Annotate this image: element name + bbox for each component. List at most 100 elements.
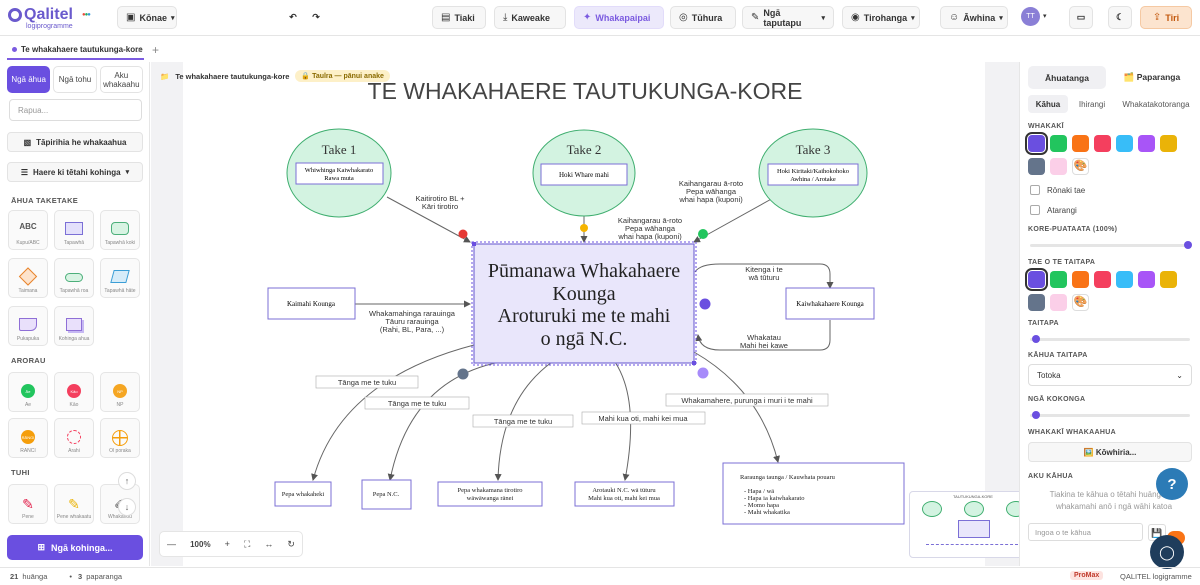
fill-swatch-yellow[interactable]	[1160, 135, 1177, 152]
fill-swatch-cyan[interactable]	[1116, 135, 1133, 152]
diagram-title: TE WHAKAHAERE TAUTUKUNGA-KORE	[368, 78, 803, 104]
central-line-2: Kounga	[552, 283, 615, 305]
element-count-label: huānga	[22, 572, 48, 581]
data-list-node[interactable]: Raraunga taunga / Kauwhata pouaru - Hapa…	[722, 462, 905, 525]
style-name-input[interactable]: Ingoa o te kāhua	[1028, 523, 1143, 541]
opacity-heading: KORE-PUATAATA (100%)	[1028, 226, 1118, 233]
bottom-nodes: Pepa whakaheki Pepa N.C. Pepa whakamana …	[274, 479, 675, 510]
resize-handle[interactable]	[692, 361, 696, 365]
label-take3-line3: whai hapa (kuponi)	[678, 195, 743, 204]
corner-slider[interactable]	[1030, 411, 1190, 419]
take-1-box-line-1: Whiwhinga Kaiwhakarato	[305, 167, 373, 174]
shadow-label: Atarangi	[1047, 206, 1077, 215]
take-2-box-line-1: Hoki Whare mahi	[559, 171, 609, 179]
connector-handle-icon[interactable]	[457, 368, 469, 380]
fit-width-icon[interactable]: ↔	[264, 539, 273, 549]
image-fill-heading: WHAKAKĪ WHAKAAHUA	[1028, 429, 1116, 436]
left-box-node[interactable]: Kaimahi Kounga	[267, 287, 356, 320]
fill-swatch-violet[interactable]	[1138, 135, 1155, 152]
minimap[interactable]: TAUTUKUNGA-KORE	[909, 491, 1037, 558]
bottom-node-3-line1: Pepa whakamana tirotiro	[458, 487, 523, 494]
connector-bottom-1[interactable]	[311, 344, 475, 481]
right-box-node[interactable]: Kaiwhakahaere Kounga	[785, 287, 875, 320]
reset-view-icon[interactable]: ↻	[287, 539, 295, 550]
fill-swatch-green[interactable]	[1050, 135, 1067, 152]
stroke-swatch-purple[interactable]	[1025, 268, 1048, 291]
link-handle-icon[interactable]	[697, 367, 709, 379]
data-list-item: - Hapa ia kaiwhakarato	[744, 495, 804, 502]
corner-knob[interactable]	[1032, 411, 1040, 419]
help-button[interactable]: ?	[1156, 468, 1188, 500]
take-2-node[interactable]: Take 2 Hoki Whare mahi	[532, 129, 636, 217]
branch-label-2: Tānga me te tuku	[388, 399, 446, 408]
stroke-style-select[interactable]: Totoka ⌄	[1028, 364, 1192, 386]
zoom-in-button[interactable]: +	[225, 539, 230, 549]
stroke-swatch-red[interactable]	[1094, 271, 1111, 288]
duplicate-handle-icon[interactable]	[698, 229, 708, 239]
bottom-node-1-label: Pepa whakaheki	[282, 491, 325, 498]
branch-labels: Tānga me te tuku Tānga me te tuku Tānga …	[315, 375, 829, 428]
brand-label: QALITEL logigramme	[1120, 572, 1192, 581]
stroke-swatch-yellow[interactable]	[1160, 271, 1177, 288]
gradient-checkbox[interactable]	[1030, 185, 1040, 195]
tab-layers[interactable]: 🗂️ Paparanga	[1112, 66, 1192, 89]
opacity-slider[interactable]	[1030, 241, 1192, 249]
add-connection-icon[interactable]	[699, 298, 711, 310]
take-3-node[interactable]: Take 3 Hoki Kiritaki/Kaihokohoko Awhina …	[758, 128, 868, 218]
stroke-swatch-green[interactable]	[1050, 271, 1067, 288]
fill-swatch-purple[interactable]	[1025, 132, 1048, 155]
subtab-layout[interactable]: Whakatakotoranga	[1117, 95, 1195, 113]
subtab-content[interactable]: Ihirangi	[1072, 95, 1112, 113]
subtab-style[interactable]: Kāhua	[1028, 95, 1068, 113]
label-left-line3: (Rahi, BL, Para, ...)	[380, 325, 445, 334]
stroke-color-heading: TAE O TE TAITAPA	[1028, 259, 1096, 266]
palette-icon[interactable]: 🎨	[1072, 294, 1089, 311]
element-count: 21	[10, 572, 19, 581]
delete-handle-icon[interactable]	[458, 229, 468, 239]
stroke-width-slider[interactable]	[1030, 335, 1190, 343]
stroke-width-knob[interactable]	[1032, 335, 1040, 343]
take-2-title: Take 2	[567, 142, 602, 157]
zoom-level[interactable]: 100%	[190, 540, 210, 549]
branch-label-3: Tānga me te tuku	[494, 417, 552, 426]
fit-screen-icon[interactable]: ⛶	[244, 539, 250, 550]
stroke-swatch-cyan[interactable]	[1116, 271, 1133, 288]
take-3-title: Take 3	[796, 142, 831, 157]
fill-swatch-red[interactable]	[1094, 135, 1111, 152]
stroke-swatch-orange[interactable]	[1072, 271, 1089, 288]
rotate-handle-icon[interactable]	[580, 224, 588, 232]
bottom-node-3-line2: wāwāwanga rānei	[467, 495, 514, 502]
take-3-box-line-2: Awhina / Arotake	[790, 176, 836, 183]
central-line-1: Pūmanawa Whakahaere	[488, 260, 680, 282]
fill-swatch-pink[interactable]	[1050, 158, 1067, 175]
palette-icon[interactable]: 🎨	[1072, 158, 1089, 175]
stroke-swatch-pink[interactable]	[1050, 294, 1067, 311]
chevron-down-icon: ⌄	[1176, 370, 1183, 380]
minimap-node	[926, 544, 1018, 552]
label-right-top-line2: wā tūturu	[748, 273, 780, 282]
resize-handle[interactable]	[472, 242, 476, 246]
take-1-node[interactable]: Take 1 Whiwhinga Kaiwhakarato Rawa muta	[286, 128, 392, 218]
label-take1-line2: Kāri tirotiro	[422, 202, 458, 211]
branch-label-1: Tānga me te tuku	[338, 378, 396, 387]
stroke-style-value: Totoka	[1037, 370, 1061, 380]
fill-swatch-slate[interactable]	[1028, 158, 1045, 175]
central-line-4: o ngā N.C.	[541, 328, 628, 350]
stroke-width-heading: TAITAPA	[1028, 320, 1059, 327]
layer-count-label: paparanga	[86, 572, 123, 581]
stroke-swatch-slate[interactable]	[1028, 294, 1045, 311]
stroke-swatch-violet[interactable]	[1138, 271, 1155, 288]
gradient-label: Rōnaki tae	[1047, 186, 1086, 195]
layer-count: 3	[78, 572, 83, 581]
choose-image-button[interactable]: 🖼️ Kōwhiria...	[1028, 442, 1192, 462]
zoom-out-button[interactable]: —	[167, 539, 176, 549]
shadow-checkbox[interactable]	[1030, 205, 1040, 215]
opacity-slider-knob[interactable]	[1184, 241, 1192, 249]
central-node[interactable]: Pūmanawa Whakahaere Kounga Aroturuki me …	[471, 241, 697, 366]
stroke-style-heading: KĀHUA TAITAPA	[1028, 352, 1088, 359]
tab-properties[interactable]: Āhuatanga	[1028, 66, 1106, 89]
fill-swatch-orange[interactable]	[1072, 135, 1089, 152]
chat-icon: ◯	[1159, 543, 1175, 560]
connector-bottom-5[interactable]	[693, 351, 780, 463]
chat-button[interactable]: ◯	[1150, 535, 1184, 569]
